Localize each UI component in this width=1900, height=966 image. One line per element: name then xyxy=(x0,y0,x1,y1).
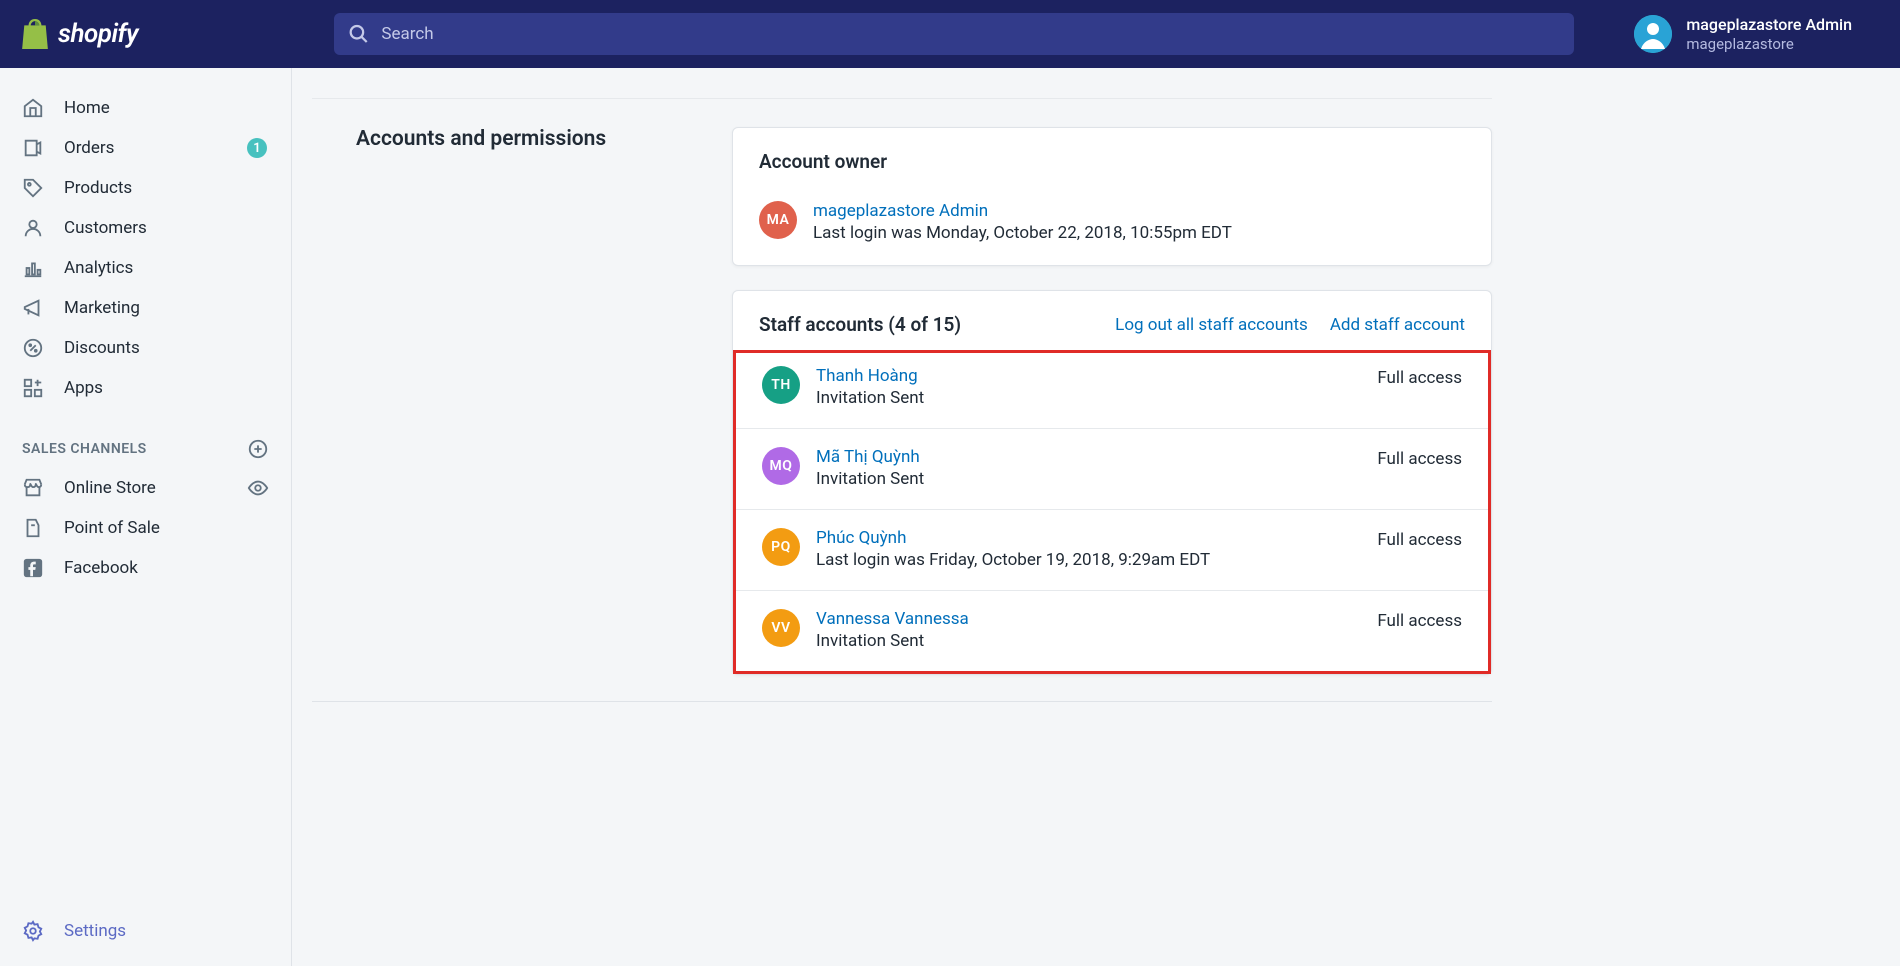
facebook-icon xyxy=(22,557,44,579)
settings-label: Settings xyxy=(64,921,126,941)
settings-icon xyxy=(22,920,44,942)
staff-status: Invitation Sent xyxy=(816,469,1361,489)
sidebar-item-label: Orders xyxy=(64,138,227,158)
shopify-bag-icon xyxy=(22,19,48,49)
sidebar-item-label: Facebook xyxy=(64,558,269,578)
owner-avatar: MA xyxy=(759,201,797,239)
staff-name-link[interactable]: Vannessa Vannessa xyxy=(816,609,1361,629)
sidebar-item-label: Point of Sale xyxy=(64,518,269,538)
sidebar-item-apps[interactable]: Apps xyxy=(0,368,291,408)
staff-accounts-card: Staff accounts (4 of 15) Log out all sta… xyxy=(732,290,1492,675)
account-owner-title: Account owner xyxy=(759,150,887,173)
orders-icon xyxy=(22,137,44,159)
sidebar-item-home[interactable]: Home xyxy=(0,88,291,128)
discounts-icon xyxy=(22,337,44,359)
search-icon xyxy=(348,23,369,45)
staff-status: Invitation Sent xyxy=(816,631,1361,651)
logout-all-link[interactable]: Log out all staff accounts xyxy=(1115,315,1308,335)
settings-link[interactable]: Settings xyxy=(22,920,269,942)
pos-icon xyxy=(22,517,44,539)
staff-row: VV Vannessa Vannessa Invitation Sent Ful… xyxy=(736,590,1488,671)
user-name: mageplazastore Admin xyxy=(1686,15,1852,36)
staff-avatar: TH xyxy=(762,366,800,404)
sidebar-item-label: Customers xyxy=(64,218,269,238)
sidebar-item-label: Products xyxy=(64,178,269,198)
search-bar[interactable] xyxy=(334,13,1574,55)
sidebar: Home Orders 1 Products Customers A xyxy=(0,68,292,966)
sidebar-item-label: Marketing xyxy=(64,298,269,318)
sidebar-section-sales-channels: SALES CHANNELS xyxy=(0,408,291,468)
staff-avatar: VV xyxy=(762,609,800,647)
sidebar-item-discounts[interactable]: Discounts xyxy=(0,328,291,368)
account-owner-row: MA mageplazastore Admin Last login was M… xyxy=(733,187,1491,265)
sidebar-item-orders[interactable]: Orders 1 xyxy=(0,128,291,168)
sidebar-item-customers[interactable]: Customers xyxy=(0,208,291,248)
staff-access-level: Full access xyxy=(1377,609,1462,631)
analytics-icon xyxy=(22,257,44,279)
add-staff-link[interactable]: Add staff account xyxy=(1330,315,1465,335)
search-container xyxy=(292,13,1616,55)
sidebar-item-analytics[interactable]: Analytics xyxy=(0,248,291,288)
orders-badge: 1 xyxy=(247,138,267,158)
staff-row: MQ Mã Thị Quỳnh Invitation Sent Full acc… xyxy=(736,428,1488,509)
staff-status: Last login was Friday, October 19, 2018,… xyxy=(816,550,1361,570)
home-icon xyxy=(22,97,44,119)
staff-row: PQ Phúc Quỳnh Last login was Friday, Oct… xyxy=(736,509,1488,590)
sidebar-item-online-store[interactable]: Online Store xyxy=(0,468,291,508)
account-owner-card: Account owner MA mageplazastore Admin La… xyxy=(732,127,1492,266)
sidebar-item-label: Analytics xyxy=(64,258,269,278)
sidebar-item-label: Discounts xyxy=(64,338,269,358)
user-avatar xyxy=(1634,15,1672,53)
shopify-logo[interactable]: shopify xyxy=(0,19,292,49)
sidebar-nav: Home Orders 1 Products Customers A xyxy=(0,68,291,902)
staff-avatar: PQ xyxy=(762,528,800,566)
avatar-icon xyxy=(1634,15,1672,53)
products-icon xyxy=(22,177,44,199)
sidebar-item-facebook[interactable]: Facebook xyxy=(0,548,291,588)
user-info: mageplazastore Admin mageplazastore xyxy=(1686,15,1852,54)
user-store: mageplazastore xyxy=(1686,35,1852,53)
view-store-icon[interactable] xyxy=(247,477,269,499)
page-top-divider xyxy=(312,98,1492,99)
staff-access-level: Full access xyxy=(1377,528,1462,550)
sidebar-item-products[interactable]: Products xyxy=(0,168,291,208)
sidebar-item-label: Apps xyxy=(64,378,269,398)
apps-icon xyxy=(22,377,44,399)
staff-name-link[interactable]: Mã Thị Quỳnh xyxy=(816,447,1361,467)
sidebar-item-label: Home xyxy=(64,98,269,118)
user-menu[interactable]: mageplazastore Admin mageplazastore xyxy=(1616,15,1900,54)
top-bar: shopify mageplazastore Admin mageplazast… xyxy=(0,0,1900,68)
marketing-icon xyxy=(22,297,44,319)
sidebar-footer: Settings xyxy=(0,902,291,966)
owner-name-link[interactable]: mageplazastore Admin xyxy=(813,201,1465,221)
sidebar-item-marketing[interactable]: Marketing xyxy=(0,288,291,328)
online-store-icon xyxy=(22,477,44,499)
add-channel-button[interactable] xyxy=(247,438,269,460)
staff-access-level: Full access xyxy=(1377,447,1462,469)
sidebar-item-label: Online Store xyxy=(64,478,227,498)
section-title: Accounts and permissions xyxy=(356,127,692,151)
staff-row: TH Thanh Hoàng Invitation Sent Full acce… xyxy=(736,350,1488,428)
staff-accounts-title: Staff accounts (4 of 15) xyxy=(759,313,961,336)
search-input[interactable] xyxy=(381,24,1560,44)
staff-avatar: MQ xyxy=(762,447,800,485)
page-bottom-divider xyxy=(312,701,1492,702)
staff-status: Invitation Sent xyxy=(816,388,1361,408)
main-content: Accounts and permissions Account owner M… xyxy=(292,68,1900,966)
sidebar-section-label: SALES CHANNELS xyxy=(22,441,147,457)
staff-name-link[interactable]: Thanh Hoàng xyxy=(816,366,1361,386)
sidebar-item-point-of-sale[interactable]: Point of Sale xyxy=(0,508,291,548)
staff-name-link[interactable]: Phúc Quỳnh xyxy=(816,528,1361,548)
staff-list-highlighted: TH Thanh Hoàng Invitation Sent Full acce… xyxy=(733,350,1491,674)
staff-access-level: Full access xyxy=(1377,366,1462,388)
owner-last-login: Last login was Monday, October 22, 2018,… xyxy=(813,223,1465,243)
customers-icon xyxy=(22,217,44,239)
shopify-wordmark: shopify xyxy=(58,19,138,49)
